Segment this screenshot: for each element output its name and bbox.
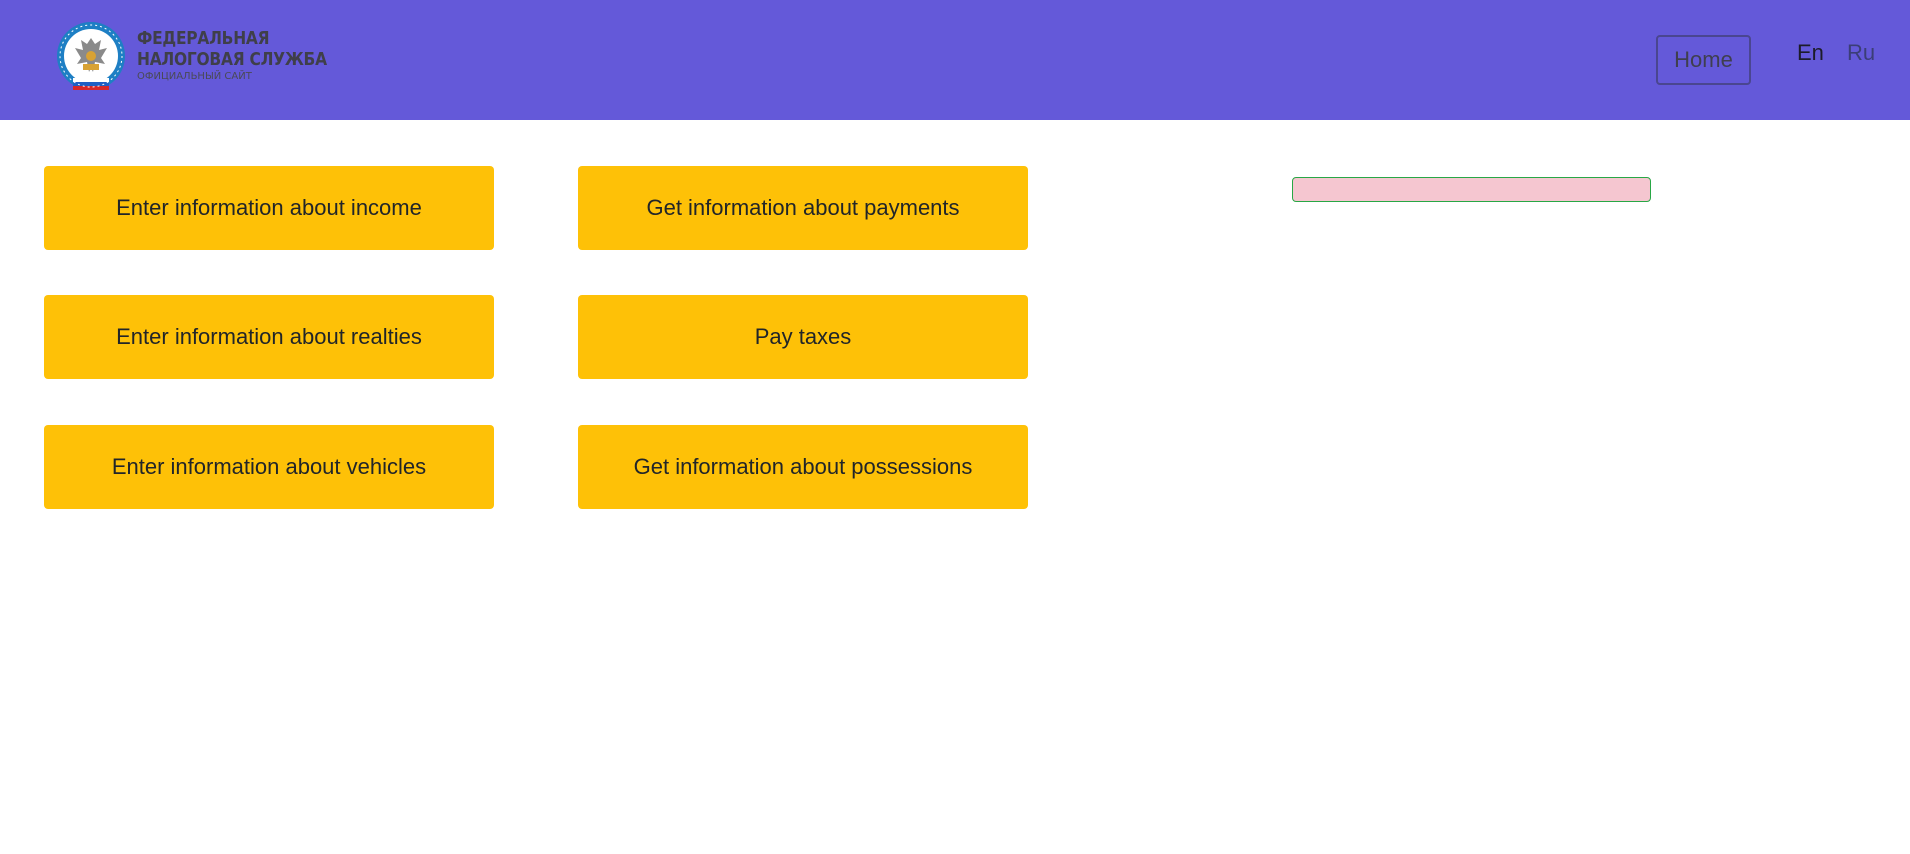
language-ru-link[interactable]: Ru	[1847, 40, 1875, 66]
enter-realties-button[interactable]: Enter information about realties	[44, 295, 494, 379]
language-en-link[interactable]: En	[1797, 40, 1824, 66]
logo-title-line2: НАЛОГОВАЯ СЛУЖБА	[137, 49, 327, 70]
emblem-icon	[55, 20, 127, 92]
enter-income-button[interactable]: Enter information about income	[44, 166, 494, 250]
logo-subtitle: ОФИЦИАЛЬНЫЙ САЙТ	[137, 71, 252, 82]
get-possessions-button[interactable]: Get information about possessions	[578, 425, 1028, 509]
logo-text: ФЕДЕРАЛЬНАЯ НАЛОГОВАЯ СЛУЖБА ОФИЦИАЛЬНЫЙ…	[137, 28, 358, 84]
home-button[interactable]: Home	[1656, 35, 1751, 85]
status-alert	[1292, 177, 1651, 202]
enter-vehicles-button[interactable]: Enter information about vehicles	[44, 425, 494, 509]
pay-taxes-button[interactable]: Pay taxes	[578, 295, 1028, 379]
fns-logo[interactable]: ФЕДЕРАЛЬНАЯ НАЛОГОВАЯ СЛУЖБА ОФИЦИАЛЬНЫЙ…	[55, 20, 358, 92]
get-payments-button[interactable]: Get information about payments	[578, 166, 1028, 250]
header: ФЕДЕРАЛЬНАЯ НАЛОГОВАЯ СЛУЖБА ОФИЦИАЛЬНЫЙ…	[0, 0, 1910, 120]
logo-title-line1: ФЕДЕРАЛЬНАЯ	[137, 28, 270, 49]
